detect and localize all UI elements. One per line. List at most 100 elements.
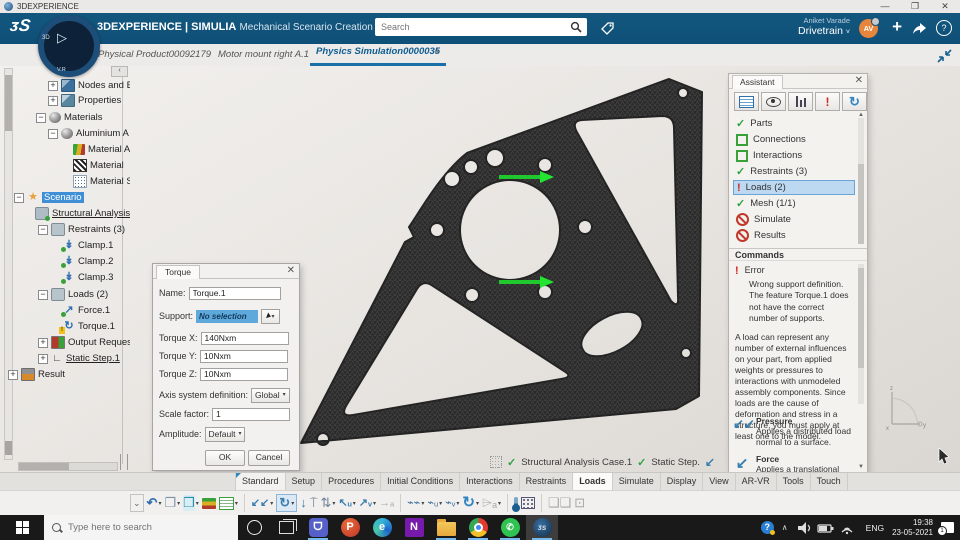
tray-expand-icon[interactable]: ∧ <box>782 523 788 532</box>
scroll-down-icon[interactable]: ▼ <box>858 464 864 470</box>
tab-simulate[interactable]: Simulate <box>613 473 661 490</box>
expander-icon[interactable]: − <box>38 289 48 300</box>
tab-display[interactable]: Display <box>661 473 704 490</box>
support-picker-button[interactable]: ▾ <box>261 308 281 324</box>
tab-physics-simulation[interactable]: Physics Simulation0000035 <box>310 42 447 66</box>
rotation-tool-button[interactable]: ↻ ▾ <box>462 495 479 511</box>
part-body[interactable] <box>300 78 703 446</box>
tab-view[interactable]: View <box>703 473 736 490</box>
cancel-button[interactable]: Cancel <box>248 450 290 466</box>
tree-horizontal-scrollbar[interactable] <box>18 462 118 471</box>
taskbar-search[interactable] <box>44 515 238 540</box>
support-field[interactable]: No selection <box>196 309 259 323</box>
expander-icon[interactable]: + <box>38 353 48 364</box>
torque-y-field[interactable] <box>199 349 288 363</box>
assistant-titlebar[interactable]: Assistant ✕ <box>729 74 867 89</box>
results-layers-button[interactable] <box>201 497 216 509</box>
dialog-titlebar[interactable]: Torque ✕ <box>153 264 299 279</box>
axis-system-select[interactable]: Global ▾ <box>251 387 290 403</box>
tab-tools[interactable]: Tools <box>777 473 811 490</box>
displacement-u-button[interactable]: ↖ᵤ ▾ <box>338 495 355 511</box>
model-update-button[interactable]: ❒ ▾ <box>183 495 199 511</box>
filter-display-button[interactable] <box>788 92 813 111</box>
edge-button[interactable]: e <box>366 515 398 540</box>
snapshot-button[interactable]: ⊡ <box>574 495 585 511</box>
whatsapp-button[interactable]: ✆ <box>494 515 526 540</box>
report-table-button[interactable] <box>734 92 759 111</box>
assistant-item-simulate[interactable]: Simulate <box>733 212 855 227</box>
tree-item-nodes[interactable]: + Nodes and El <box>0 78 130 93</box>
tab-loads[interactable]: Loads <box>573 473 613 490</box>
expander-icon[interactable]: + <box>48 80 58 91</box>
tree-item-force1[interactable]: ↗ Force.1 <box>0 303 130 318</box>
compass-play-icon[interactable]: ▷ <box>57 30 67 46</box>
tab-restraints[interactable]: Restraints <box>520 473 574 490</box>
tab-motor-mount[interactable]: Motor mount right A.1 <box>212 45 315 66</box>
start-button[interactable] <box>0 515 44 540</box>
part-display-button[interactable]: ❒ ▾ <box>164 495 180 511</box>
tab-procedures[interactable]: Procedures <box>322 473 382 490</box>
random-pattern-button[interactable] <box>520 497 535 509</box>
tree-item-material-b[interactable]: Material <box>0 158 130 173</box>
tree-item-clamp2[interactable]: ↡ Clamp.2 <box>0 254 130 269</box>
avatar[interactable]: AV <box>859 17 880 38</box>
expander-icon[interactable]: − <box>36 112 46 123</box>
expand-viewport-icon[interactable] <box>937 49 952 63</box>
refresh-button[interactable]: ↻ <box>842 92 867 111</box>
tree-item-output-requests[interactable]: + Output Reques <box>0 335 130 350</box>
assistant-item-loads[interactable]: ! Loads (2) <box>733 180 855 195</box>
close-button[interactable]: ✕ <box>930 0 960 13</box>
scale-factor-field[interactable] <box>212 407 291 421</box>
scrollbar-thumb[interactable] <box>858 268 864 368</box>
tree-item-structural-analysis[interactable]: Structural Analysis <box>0 206 130 221</box>
assistant-item-interactions[interactable]: Interactions <box>733 148 855 163</box>
assistant-item-connections[interactable]: Connections <box>733 132 855 147</box>
commands-scrollbar[interactable] <box>858 264 864 404</box>
name-field[interactable] <box>188 286 281 300</box>
acceleration-button[interactable]: →ₐ <box>379 495 394 511</box>
expander-icon[interactable]: − <box>38 224 48 235</box>
assistant-close-icon[interactable]: ✕ <box>855 75 863 86</box>
tree-item-restraints[interactable]: − Restraints (3) <box>0 222 130 237</box>
force-command[interactable]: ↙ ForceApplies a translational load <box>733 454 857 472</box>
torque-z-field[interactable] <box>200 367 289 381</box>
maximize-button[interactable]: ❐ <box>900 0 930 13</box>
tree-item-result[interactable]: + Result <box>0 367 130 382</box>
tree-item-materials[interactable]: − Materials <box>0 110 130 125</box>
amplitude-tool-button[interactable]: ⌲ₐ ▾ <box>482 495 501 511</box>
share-icon[interactable] <box>911 21 927 40</box>
pressure-tool-button[interactable]: ↙↙ ▾ <box>251 495 273 511</box>
connector-u-button[interactable]: ⌁ᵤ ▾ <box>427 495 442 511</box>
scrollbar-thumb[interactable] <box>858 164 864 244</box>
tray-status-icons[interactable] <box>796 521 858 535</box>
tree-item-torque1[interactable]: ↻Torque.1 <box>0 319 130 334</box>
connector-button[interactable]: ⌁⌁ ▾ <box>407 495 424 511</box>
search-input[interactable] <box>375 21 569 33</box>
picsart-button[interactable]: P <box>334 515 366 540</box>
notification-center-icon[interactable] <box>937 522 954 536</box>
tree-item-clamp1[interactable]: ↡ Clamp.1 <box>0 238 130 253</box>
tree-item-loads[interactable]: − Loads (2) <box>0 287 130 302</box>
gravity-tool-button[interactable]: ↓ <box>300 495 307 511</box>
3dexperience-app-button[interactable]: ᴣs <box>526 515 558 540</box>
assistant-item-restraints[interactable]: ✓ Restraints (3) <box>733 164 855 179</box>
torque-tool-button[interactable]: ↻ ▾ <box>276 494 298 512</box>
new-tab-button[interactable]: + <box>428 42 446 63</box>
bolt-tool-button[interactable]: ⍑ <box>310 495 318 511</box>
assistant-items-scrollbar[interactable] <box>858 118 864 244</box>
checklist-button[interactable]: ▾ <box>218 496 238 510</box>
duplicate-view-button[interactable]: ❑❑ <box>548 495 571 511</box>
chrome-button[interactable] <box>462 515 494 540</box>
expander-icon[interactable]: − <box>48 128 58 139</box>
tab-setup[interactable]: Setup <box>286 473 323 490</box>
tab-initial-conditions[interactable]: Initial Conditions <box>381 473 461 490</box>
tab-standard[interactable]: Standard <box>235 473 286 490</box>
tag-icon[interactable] <box>600 21 616 37</box>
tab-physical-product[interactable]: Physical Product00092179 <box>92 45 217 66</box>
connector-v-button[interactable]: ⌁ᵥ ▾ <box>445 495 459 511</box>
task-view-button[interactable] <box>270 515 302 540</box>
show-errors-button[interactable]: ! <box>815 92 840 111</box>
tree-item-material-c[interactable]: Material S <box>0 174 130 189</box>
expander-icon[interactable]: + <box>8 369 18 380</box>
discord-button[interactable]: ᗜ <box>302 515 334 540</box>
